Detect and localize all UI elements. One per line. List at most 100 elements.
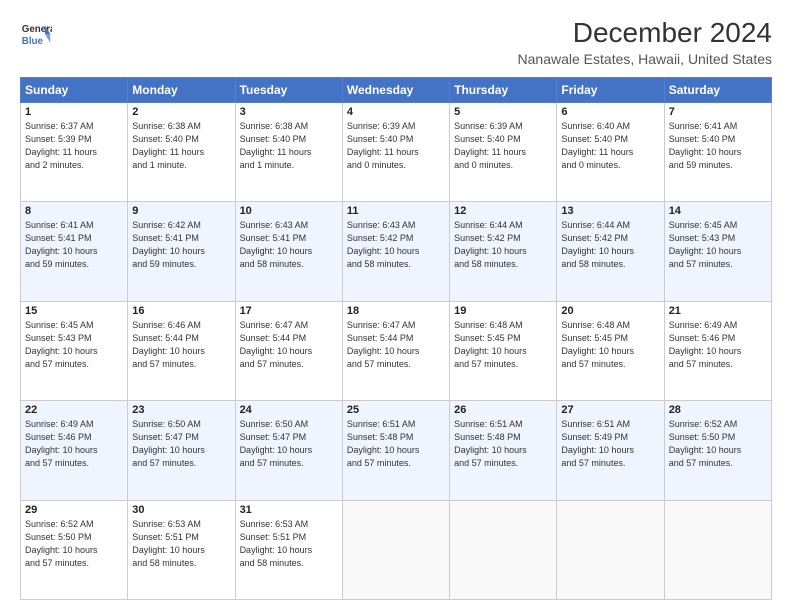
calendar-cell: 28 Sunrise: 6:52 AM Sunset: 5:50 PM Dayli… bbox=[664, 401, 771, 500]
day-info: Sunrise: 6:49 AM Sunset: 5:46 PM Dayligh… bbox=[669, 319, 767, 371]
calendar-cell: 20 Sunrise: 6:48 AM Sunset: 5:45 PM Dayli… bbox=[557, 301, 664, 400]
week-row-5: 29 Sunrise: 6:52 AM Sunset: 5:50 PM Dayli… bbox=[21, 500, 772, 599]
calendar-cell: 19 Sunrise: 6:48 AM Sunset: 5:45 PM Dayli… bbox=[450, 301, 557, 400]
day-number: 26 bbox=[454, 404, 552, 416]
calendar-cell: 23 Sunrise: 6:50 AM Sunset: 5:47 PM Dayli… bbox=[128, 401, 235, 500]
calendar-cell: 15 Sunrise: 6:45 AM Sunset: 5:43 PM Dayli… bbox=[21, 301, 128, 400]
day-info: Sunrise: 6:43 AM Sunset: 5:41 PM Dayligh… bbox=[240, 219, 338, 271]
calendar-cell: 16 Sunrise: 6:46 AM Sunset: 5:44 PM Dayli… bbox=[128, 301, 235, 400]
logo: General Blue bbox=[20, 18, 55, 50]
day-number: 3 bbox=[240, 106, 338, 118]
day-number: 23 bbox=[132, 404, 230, 416]
day-info: Sunrise: 6:50 AM Sunset: 5:47 PM Dayligh… bbox=[240, 418, 338, 470]
calendar-cell: 2Sunrise: 6:38 AM Sunset: 5:40 PM Daylig… bbox=[128, 102, 235, 201]
day-number: 19 bbox=[454, 305, 552, 317]
calendar-cell: 10 Sunrise: 6:43 AM Sunset: 5:41 PM Dayli… bbox=[235, 202, 342, 301]
week-row-3: 15 Sunrise: 6:45 AM Sunset: 5:43 PM Dayli… bbox=[21, 301, 772, 400]
day-number: 31 bbox=[240, 504, 338, 516]
day-info: Sunrise: 6:41 AM Sunset: 5:41 PM Dayligh… bbox=[25, 219, 123, 271]
col-header-tuesday: Tuesday bbox=[235, 77, 342, 102]
week-row-1: 1Sunrise: 6:37 AM Sunset: 5:39 PM Daylig… bbox=[21, 102, 772, 201]
main-title: December 2024 bbox=[518, 18, 772, 49]
day-info: Sunrise: 6:50 AM Sunset: 5:47 PM Dayligh… bbox=[132, 418, 230, 470]
day-number: 25 bbox=[347, 404, 445, 416]
calendar-cell: 30 Sunrise: 6:53 AM Sunset: 5:51 PM Dayli… bbox=[128, 500, 235, 599]
day-number: 15 bbox=[25, 305, 123, 317]
calendar-cell bbox=[450, 500, 557, 599]
day-info: Sunrise: 6:52 AM Sunset: 5:50 PM Dayligh… bbox=[669, 418, 767, 470]
calendar-cell bbox=[342, 500, 449, 599]
week-row-2: 8 Sunrise: 6:41 AM Sunset: 5:41 PM Daylig… bbox=[21, 202, 772, 301]
svg-text:Blue: Blue bbox=[22, 36, 44, 47]
day-number: 8 bbox=[25, 205, 123, 217]
day-info: Sunrise: 6:47 AM Sunset: 5:44 PM Dayligh… bbox=[240, 319, 338, 371]
calendar-cell bbox=[557, 500, 664, 599]
day-number: 10 bbox=[240, 205, 338, 217]
calendar-cell: 6Sunrise: 6:40 AM Sunset: 5:40 PM Daylig… bbox=[557, 102, 664, 201]
day-info: Sunrise: 6:37 AM Sunset: 5:39 PM Dayligh… bbox=[25, 120, 123, 172]
day-info: Sunrise: 6:38 AM Sunset: 5:40 PM Dayligh… bbox=[240, 120, 338, 172]
calendar-cell: 26 Sunrise: 6:51 AM Sunset: 5:48 PM Dayli… bbox=[450, 401, 557, 500]
day-number: 11 bbox=[347, 205, 445, 217]
calendar-cell: 5Sunrise: 6:39 AM Sunset: 5:40 PM Daylig… bbox=[450, 102, 557, 201]
page: General Blue December 2024 Nanawale Esta… bbox=[0, 0, 792, 612]
logo-icon: General Blue bbox=[20, 18, 52, 50]
day-number: 21 bbox=[669, 305, 767, 317]
calendar-cell: 18Sunrise: 6:47 AM Sunset: 5:44 PM Dayli… bbox=[342, 301, 449, 400]
day-info: Sunrise: 6:45 AM Sunset: 5:43 PM Dayligh… bbox=[669, 219, 767, 271]
day-number: 22 bbox=[25, 404, 123, 416]
day-number: 4 bbox=[347, 106, 445, 118]
day-info: Sunrise: 6:53 AM Sunset: 5:51 PM Dayligh… bbox=[132, 518, 230, 570]
day-number: 14 bbox=[669, 205, 767, 217]
day-number: 24 bbox=[240, 404, 338, 416]
day-info: Sunrise: 6:39 AM Sunset: 5:40 PM Dayligh… bbox=[347, 120, 445, 172]
day-number: 20 bbox=[561, 305, 659, 317]
calendar-cell: 22Sunrise: 6:49 AM Sunset: 5:46 PM Dayli… bbox=[21, 401, 128, 500]
calendar-cell: 12 Sunrise: 6:44 AM Sunset: 5:42 PM Dayli… bbox=[450, 202, 557, 301]
day-info: Sunrise: 6:45 AM Sunset: 5:43 PM Dayligh… bbox=[25, 319, 123, 371]
calendar-cell: 29 Sunrise: 6:52 AM Sunset: 5:50 PM Dayli… bbox=[21, 500, 128, 599]
day-info: Sunrise: 6:44 AM Sunset: 5:42 PM Dayligh… bbox=[454, 219, 552, 271]
day-info: Sunrise: 6:47 AM Sunset: 5:44 PM Dayligh… bbox=[347, 319, 445, 371]
calendar-cell: 13Sunrise: 6:44 AM Sunset: 5:42 PM Dayli… bbox=[557, 202, 664, 301]
col-header-friday: Friday bbox=[557, 77, 664, 102]
day-number: 28 bbox=[669, 404, 767, 416]
week-row-4: 22Sunrise: 6:49 AM Sunset: 5:46 PM Dayli… bbox=[21, 401, 772, 500]
col-header-wednesday: Wednesday bbox=[342, 77, 449, 102]
calendar-cell: 3 Sunrise: 6:38 AM Sunset: 5:40 PM Daylig… bbox=[235, 102, 342, 201]
day-info: Sunrise: 6:53 AM Sunset: 5:51 PM Dayligh… bbox=[240, 518, 338, 570]
calendar-cell: 25 Sunrise: 6:51 AM Sunset: 5:48 PM Dayli… bbox=[342, 401, 449, 500]
day-info: Sunrise: 6:44 AM Sunset: 5:42 PM Dayligh… bbox=[561, 219, 659, 271]
day-number: 29 bbox=[25, 504, 123, 516]
col-header-monday: Monday bbox=[128, 77, 235, 102]
calendar-table: SundayMondayTuesdayWednesdayThursdayFrid… bbox=[20, 77, 772, 600]
day-info: Sunrise: 6:48 AM Sunset: 5:45 PM Dayligh… bbox=[561, 319, 659, 371]
day-info: Sunrise: 6:51 AM Sunset: 5:49 PM Dayligh… bbox=[561, 418, 659, 470]
col-header-saturday: Saturday bbox=[664, 77, 771, 102]
day-info: Sunrise: 6:52 AM Sunset: 5:50 PM Dayligh… bbox=[25, 518, 123, 570]
day-number: 27 bbox=[561, 404, 659, 416]
day-info: Sunrise: 6:38 AM Sunset: 5:40 PM Dayligh… bbox=[132, 120, 230, 172]
day-info: Sunrise: 6:51 AM Sunset: 5:48 PM Dayligh… bbox=[454, 418, 552, 470]
calendar-cell: 4 Sunrise: 6:39 AM Sunset: 5:40 PM Daylig… bbox=[342, 102, 449, 201]
day-number: 7 bbox=[669, 106, 767, 118]
col-header-sunday: Sunday bbox=[21, 77, 128, 102]
calendar-cell: 14 Sunrise: 6:45 AM Sunset: 5:43 PM Dayli… bbox=[664, 202, 771, 301]
calendar-cell: 31 Sunrise: 6:53 AM Sunset: 5:51 PM Dayli… bbox=[235, 500, 342, 599]
subtitle: Nanawale Estates, Hawaii, United States bbox=[518, 51, 772, 67]
day-number: 12 bbox=[454, 205, 552, 217]
title-block: December 2024 Nanawale Estates, Hawaii, … bbox=[518, 18, 772, 67]
day-info: Sunrise: 6:51 AM Sunset: 5:48 PM Dayligh… bbox=[347, 418, 445, 470]
day-number: 16 bbox=[132, 305, 230, 317]
day-number: 5 bbox=[454, 106, 552, 118]
day-number: 30 bbox=[132, 504, 230, 516]
day-info: Sunrise: 6:43 AM Sunset: 5:42 PM Dayligh… bbox=[347, 219, 445, 271]
calendar-cell: 1Sunrise: 6:37 AM Sunset: 5:39 PM Daylig… bbox=[21, 102, 128, 201]
calendar-cell: 7 Sunrise: 6:41 AM Sunset: 5:40 PM Daylig… bbox=[664, 102, 771, 201]
day-info: Sunrise: 6:48 AM Sunset: 5:45 PM Dayligh… bbox=[454, 319, 552, 371]
calendar-cell bbox=[664, 500, 771, 599]
day-info: Sunrise: 6:41 AM Sunset: 5:40 PM Dayligh… bbox=[669, 120, 767, 172]
day-info: Sunrise: 6:46 AM Sunset: 5:44 PM Dayligh… bbox=[132, 319, 230, 371]
day-number: 17 bbox=[240, 305, 338, 317]
day-number: 9 bbox=[132, 205, 230, 217]
